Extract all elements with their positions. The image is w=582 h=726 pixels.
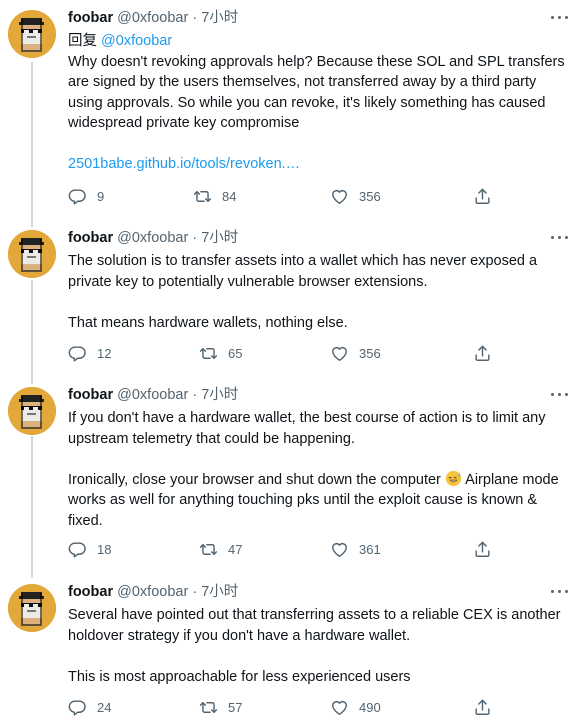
reply-prefix: 回复 — [68, 33, 102, 49]
timestamp[interactable]: 7小时 — [201, 10, 238, 26]
author-name[interactable]: foobar — [68, 230, 113, 246]
share-button[interactable] — [473, 343, 502, 363]
action-bar: 12 65 356 — [68, 343, 573, 363]
avatar[interactable] — [8, 387, 56, 435]
retweet-count: 84 — [222, 188, 237, 204]
retweet-icon — [199, 344, 218, 363]
share-icon — [473, 540, 492, 559]
author-name[interactable]: foobar — [68, 584, 113, 600]
action-bar: 18 47 361 — [68, 539, 573, 559]
tweet-text: This is most approachable for less exper… — [68, 668, 411, 685]
retweet-count: 65 — [228, 345, 243, 361]
share-icon — [473, 698, 492, 717]
retweet-icon — [199, 540, 218, 559]
retweet-button[interactable]: 57 — [199, 697, 248, 717]
share-icon — [473, 187, 492, 206]
like-button[interactable]: 361 — [330, 539, 381, 559]
like-button[interactable]: 356 — [330, 186, 381, 206]
tweet-text: The solution is to transfer assets into … — [68, 253, 538, 290]
author-handle[interactable]: @0xfoobar — [117, 584, 188, 600]
reply-icon — [68, 344, 87, 363]
reply-count: 12 — [97, 345, 112, 361]
tweet-body: If you don't have a hardware wallet, the… — [68, 408, 573, 531]
retweet-button[interactable]: 47 — [199, 539, 248, 559]
avatar[interactable] — [8, 10, 56, 58]
tweet-4[interactable]: foobar @0xfoobar · 7小时 Several have poin… — [0, 574, 582, 726]
like-icon — [330, 540, 349, 559]
tweet-text: Why doesn't revoking approvals help? Bec… — [68, 53, 565, 132]
timestamp[interactable]: 7小时 — [201, 584, 238, 600]
retweet-icon — [193, 187, 212, 206]
tweet-text: Ironically, close your browser and shut … — [68, 470, 573, 532]
tweet-header: foobar @0xfoobar · 7小时 — [68, 8, 238, 28]
avatar[interactable] — [8, 584, 56, 632]
reply-count: 24 — [97, 699, 112, 715]
separator-dot: · — [192, 387, 198, 403]
reply-count: 9 — [97, 188, 105, 204]
reply-to-line: 回复 @0xfoobar — [68, 31, 573, 52]
tweet-header: foobar @0xfoobar · 7小时 — [68, 582, 238, 602]
tweet-text: That means hardware wallets, nothing els… — [68, 314, 348, 331]
tweet-link[interactable]: 2501babe.github.io/tools/revoken.… — [68, 156, 300, 172]
reply-button[interactable]: 12 — [68, 343, 117, 363]
tweet-body: The solution is to transfer assets into … — [68, 251, 573, 333]
grinning-sweat-emoji — [445, 470, 462, 486]
like-icon — [330, 187, 349, 206]
separator-dot: · — [192, 584, 198, 600]
tweet-text-part: Ironically, close your browser and shut … — [68, 471, 441, 488]
author-name[interactable]: foobar — [68, 10, 113, 26]
reply-button[interactable]: 24 — [68, 697, 117, 717]
tweet-2[interactable]: foobar @0xfoobar · 7小时 The solution is t… — [0, 220, 582, 378]
share-button[interactable] — [473, 539, 502, 559]
more-icon[interactable] — [548, 8, 572, 26]
retweet-count: 47 — [228, 541, 243, 557]
retweet-count: 57 — [228, 699, 243, 715]
author-handle[interactable]: @0xfoobar — [117, 230, 188, 246]
tweet-body: Several have pointed out that transferri… — [68, 605, 573, 687]
like-icon — [330, 698, 349, 717]
reply-button[interactable]: 9 — [68, 186, 117, 206]
tweet-1[interactable]: foobar @0xfoobar · 7小时 回复 @0xfoobar Why … — [0, 0, 582, 216]
tweet-text: If you don't have a hardware wallet, the… — [68, 410, 546, 447]
timestamp[interactable]: 7小时 — [201, 387, 238, 403]
like-count: 356 — [359, 188, 381, 204]
like-button[interactable]: 490 — [330, 697, 381, 717]
share-icon — [473, 344, 492, 363]
like-count: 490 — [359, 699, 381, 715]
share-button[interactable] — [473, 186, 502, 206]
action-bar: 24 57 490 — [68, 697, 573, 717]
like-count: 361 — [359, 541, 381, 557]
timestamp[interactable]: 7小时 — [201, 230, 238, 246]
author-handle[interactable]: @0xfoobar — [117, 387, 188, 403]
retweet-button[interactable]: 65 — [199, 343, 248, 363]
retweet-icon — [199, 698, 218, 717]
reply-icon — [68, 187, 87, 206]
like-button[interactable]: 356 — [330, 343, 381, 363]
tweet-3[interactable]: foobar @0xfoobar · 7小时 If you don't have… — [0, 377, 582, 573]
separator-dot: · — [192, 10, 198, 26]
more-icon[interactable] — [548, 228, 572, 246]
action-bar: 9 84 356 — [68, 186, 573, 206]
tweet-body: 回复 @0xfoobar Why doesn't revoking approv… — [68, 31, 573, 175]
reply-count: 18 — [97, 541, 112, 557]
avatar[interactable] — [8, 230, 56, 278]
author-handle[interactable]: @0xfoobar — [117, 10, 188, 26]
share-button[interactable] — [473, 697, 502, 717]
reply-handle-link[interactable]: @0xfoobar — [101, 33, 172, 49]
tweet-header: foobar @0xfoobar · 7小时 — [68, 385, 238, 405]
like-icon — [330, 344, 349, 363]
tweet-text: Several have pointed out that transferri… — [68, 607, 561, 644]
more-icon[interactable] — [548, 582, 572, 600]
more-icon[interactable] — [548, 385, 572, 403]
reply-icon — [68, 540, 87, 559]
separator-dot: · — [192, 230, 198, 246]
tweet-header: foobar @0xfoobar · 7小时 — [68, 228, 238, 248]
like-count: 356 — [359, 345, 381, 361]
author-name[interactable]: foobar — [68, 387, 113, 403]
reply-icon — [68, 698, 87, 717]
reply-button[interactable]: 18 — [68, 539, 117, 559]
retweet-button[interactable]: 84 — [193, 186, 242, 206]
